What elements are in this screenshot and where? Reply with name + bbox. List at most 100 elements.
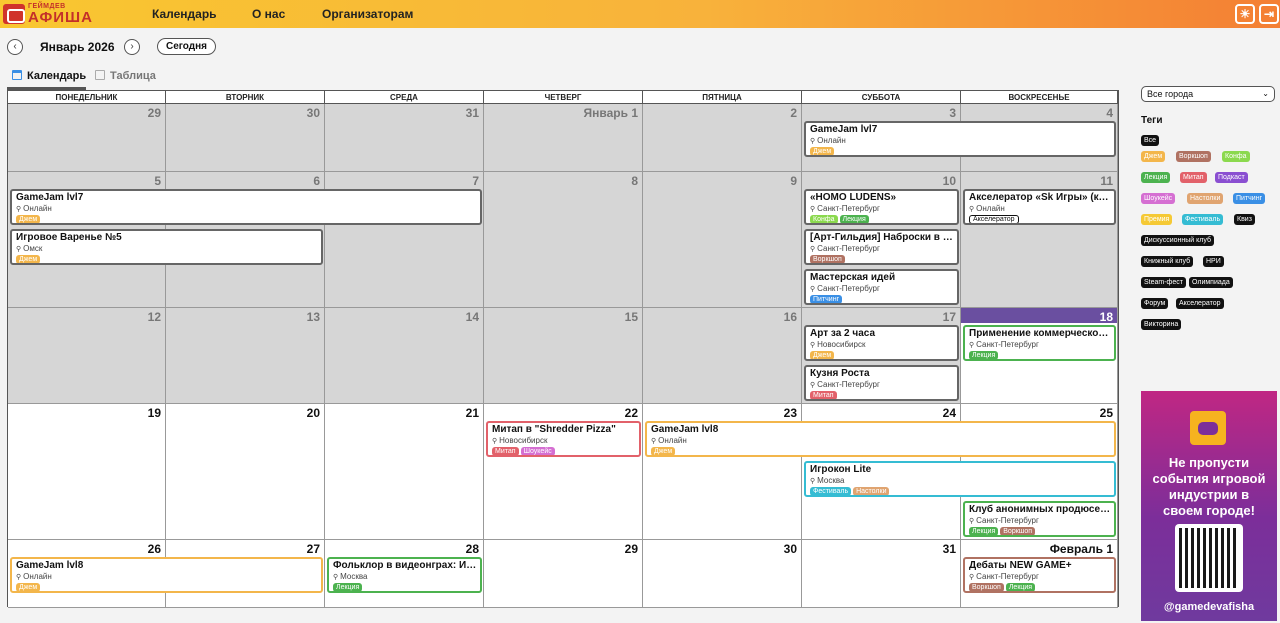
day-cell[interactable]: 16: [643, 308, 802, 404]
event-card[interactable]: GameJam lvl8 ⚲ Онлайн Джем: [10, 557, 323, 593]
day-number: 13: [306, 310, 320, 324]
tag-filter[interactable]: Steam-фест: [1141, 277, 1186, 288]
day-cell[interactable]: 15: [484, 308, 643, 404]
app-root: { "header":{"logo_small":"ГЕЙМДЕВ","logo…: [0, 0, 1280, 623]
tag-filter[interactable]: Премия: [1141, 214, 1173, 225]
tag-filter[interactable]: Митап: [1180, 172, 1207, 183]
day-cell[interactable]: 14: [325, 308, 484, 404]
event-card[interactable]: GameJam lvl8 ⚲ Онлайн Джем: [645, 421, 1116, 457]
event-tag: Лекция: [1005, 583, 1036, 591]
day-cell[interactable]: 30: [166, 104, 325, 172]
tag-filter[interactable]: Квиз: [1234, 214, 1255, 225]
day-cell[interactable]: 20: [166, 404, 325, 540]
day-cell[interactable]: 8: [484, 172, 643, 308]
event-card[interactable]: Митап в "Shredder Pizza" ⚲ Новосибирск Мита…: [486, 421, 641, 457]
event-title: Акселератор «Sk Игры» (конец набора): [969, 192, 1114, 203]
event-title: GameJam lvl8: [651, 424, 719, 435]
tag-filter[interactable]: Фестиваль: [1182, 214, 1224, 225]
event-card[interactable]: Применение коммерческого подхода⚲Санкт-П…: [963, 325, 1116, 361]
day-cell[interactable]: 13: [166, 308, 325, 404]
event-card[interactable]: GameJam lvl7 ⚲ Онлайн Джем: [10, 189, 482, 225]
day-cell[interactable]: 21: [325, 404, 484, 540]
event-card[interactable]: Игрокон Lite ⚲ Москва Фестиваль Настолки: [804, 461, 1116, 497]
event-card[interactable]: Арт за 2 часа ⚲ Новосибирск Джем: [804, 325, 959, 361]
day-cell[interactable]: Январь 1: [484, 104, 643, 172]
event-title: Дебаты NEW GAME+: [969, 560, 1072, 571]
logo[interactable]: ГЕЙМДЕВ АФИША: [3, 2, 93, 26]
tab-calendar-label: Календарь: [27, 70, 87, 82]
event-location-text: Санкт-Петербург: [976, 340, 1039, 349]
tag-filter[interactable]: Дискуссионный клуб: [1141, 235, 1214, 246]
tag-filter[interactable]: Питчинг: [1233, 193, 1266, 204]
event-card[interactable]: Дебаты NEW GAME+ ⚲ Санкт-Петербург Воркшоп Л…: [963, 557, 1116, 593]
event-tags: Митап Шоукейс: [492, 447, 639, 455]
day-number: 11: [1100, 174, 1113, 188]
event-tag: Джем: [651, 447, 676, 455]
day-cell[interactable]: 31: [802, 540, 961, 608]
day-number: 6: [313, 174, 320, 188]
event-card[interactable]: Фольклор в видеонграх: История⚲МоскваЛек…: [327, 557, 482, 593]
tag-filter[interactable]: Подкаст: [1215, 172, 1248, 183]
event-tags: Питчинг: [810, 295, 957, 303]
event-tags: Лекция: [333, 583, 480, 591]
tag-filter[interactable]: Все: [1141, 135, 1160, 146]
event-title: Игровое Варенье №5: [16, 232, 122, 243]
day-cell[interactable]: 30: [643, 540, 802, 608]
event-card[interactable]: Игровое Варенье №5 ⚲ Омск Джем: [10, 229, 323, 265]
tag-filter[interactable]: НРИ: [1203, 256, 1224, 267]
day-number: 31: [465, 106, 479, 120]
tag-filter[interactable]: Шоукейс: [1141, 193, 1176, 204]
tab-table[interactable]: Таблица: [95, 68, 156, 84]
day-number: 14: [465, 310, 479, 324]
tag-filter[interactable]: Форум: [1141, 298, 1169, 309]
event-title: Арт за 2 часа: [810, 328, 876, 339]
event-location: ⚲ Санкт-Петербург: [810, 380, 957, 391]
next-month-button[interactable]: ›: [124, 39, 140, 55]
tag-filter[interactable]: Настолки: [1187, 193, 1224, 204]
tag-filter[interactable]: Воркшоп: [1176, 151, 1211, 162]
day-cell[interactable]: 29: [484, 540, 643, 608]
location-pin-icon: ⚲: [492, 438, 498, 445]
tag-filter[interactable]: Конфа: [1222, 151, 1250, 162]
nav-organizers[interactable]: Организаторам: [322, 0, 413, 28]
tag-filter[interactable]: Олимпиада: [1189, 277, 1233, 288]
prev-month-button[interactable]: ‹: [7, 39, 23, 55]
tab-calendar[interactable]: Календарь: [12, 68, 86, 84]
day-cell[interactable]: 12: [8, 308, 166, 404]
event-location: ⚲ Москва: [333, 572, 480, 583]
day-cell[interactable]: 9: [643, 172, 802, 308]
event-card[interactable]: Клуб анонимных продюсеров: Лекция⚲Санкт-…: [963, 501, 1116, 537]
event-card[interactable]: Кузня Роста ⚲ Санкт-Петербург Митап: [804, 365, 959, 401]
event-card[interactable]: «HOMO LUDENS» ⚲ Санкт-Петербург Конфа Лекция: [804, 189, 959, 225]
today-button[interactable]: Сегодня: [157, 38, 216, 55]
login-icon[interactable]: ⇥: [1259, 4, 1279, 24]
tag-filter[interactable]: Акселератор: [1176, 298, 1224, 309]
event-title: GameJam lvl7: [16, 192, 84, 203]
tag-filter[interactable]: Лекция: [1141, 172, 1171, 183]
tag-filter[interactable]: Джем: [1141, 151, 1166, 162]
weekday-header: ВТОРНИК: [166, 91, 325, 104]
event-card[interactable]: [Арт-Гильдия] Наброски в метро ⚲ Санкт-Пет…: [804, 229, 959, 265]
day-cell[interactable]: 31: [325, 104, 484, 172]
event-title: Клуб анонимных продюсеров: Лекция: [969, 504, 1114, 515]
nav-calendar[interactable]: Календарь: [152, 0, 217, 28]
event-tag: Воркшоп: [969, 583, 1004, 591]
event-card[interactable]: GameJam lvl7 ⚲ Онлайн Джем: [804, 121, 1116, 157]
nav-about[interactable]: О нас: [252, 0, 285, 28]
event-location-text: Санкт-Петербург: [817, 204, 880, 213]
logo-big-text: АФИША: [28, 9, 93, 26]
day-cell[interactable]: 19: [8, 404, 166, 540]
today-highlight: [961, 308, 1117, 323]
tag-filter[interactable]: Книжный клуб: [1141, 256, 1194, 267]
event-location: ⚲ Санкт-Петербург: [969, 340, 1114, 351]
event-card[interactable]: Акселератор «Sk Игры» (конец набора)⚲Онл…: [963, 189, 1116, 225]
event-card[interactable]: Мастерская идей ⚲ Санкт-Петербург Питчинг: [804, 269, 959, 305]
weekday-header: ПОНЕДЕЛЬНИК: [8, 91, 166, 104]
sun-icon[interactable]: ☀: [1235, 4, 1255, 24]
day-cell[interactable]: 2: [643, 104, 802, 172]
promo-banner[interactable]: Не пропусти события игровой индустрии в …: [1141, 391, 1277, 621]
day-cell[interactable]: 29: [8, 104, 166, 172]
city-select[interactable]: Все города ⌄: [1141, 86, 1275, 102]
tag-filter[interactable]: Викторина: [1141, 319, 1182, 330]
location-pin-icon: ⚲: [810, 286, 816, 293]
